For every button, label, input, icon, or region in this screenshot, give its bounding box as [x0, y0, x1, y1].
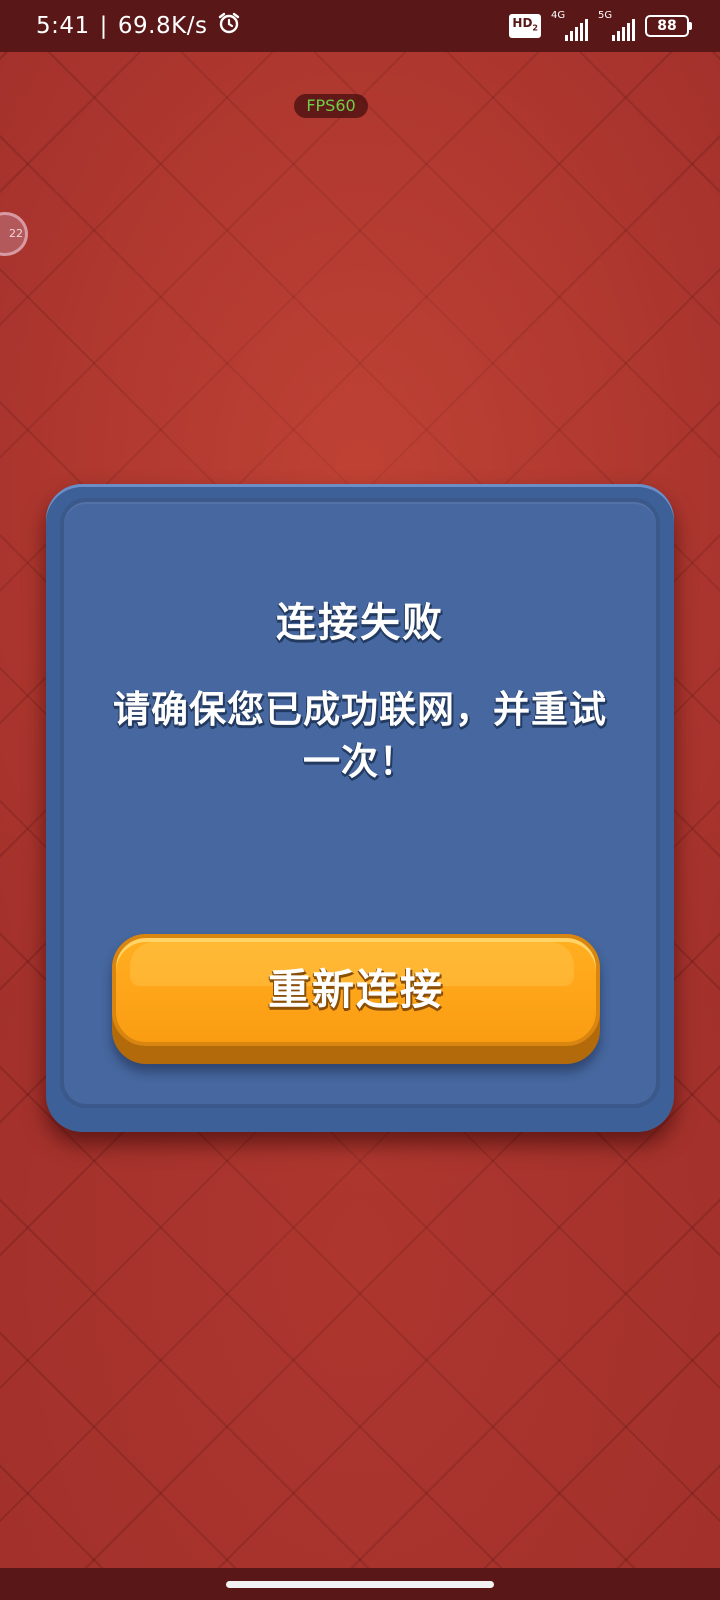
- network-speed: 69.8K/s: [117, 13, 208, 39]
- game-screen: 5:41 | 69.8K/s HD2 4G 5G 88 FPS60 22 连接失…: [0, 0, 720, 1600]
- network-type-2: 5G: [598, 10, 613, 21]
- status-time: 5:41: [36, 13, 90, 39]
- alarm-clock-icon: [217, 11, 241, 41]
- hd-voice-badge: HD2: [509, 14, 541, 38]
- connection-failed-dialog: 连接失败 请确保您已成功联网，并重试一次！ 重新连接: [46, 484, 674, 1132]
- network-type-1: 4G: [551, 10, 566, 21]
- fps-counter: FPS60: [294, 94, 368, 118]
- battery-level: 88: [645, 15, 689, 37]
- dialog-title: 连接失败: [276, 600, 444, 646]
- battery-tip: [689, 22, 692, 30]
- cellular-signal-icon: [612, 19, 635, 41]
- status-bar: 5:41 | 69.8K/s HD2 4G 5G 88: [0, 0, 720, 52]
- navigation-bar: [0, 1568, 720, 1600]
- sim1-signal: 4G: [551, 11, 588, 41]
- reconnect-button-label[interactable]: 重新连接: [112, 934, 600, 1046]
- home-indicator[interactable]: [226, 1581, 494, 1588]
- status-separator: |: [99, 13, 108, 39]
- floating-side-bubble[interactable]: 22: [0, 212, 28, 256]
- status-right: HD2 4G 5G 88: [509, 0, 692, 52]
- status-left: 5:41 | 69.8K/s: [36, 0, 241, 52]
- reconnect-button[interactable]: 重新连接: [112, 934, 600, 1064]
- dialog-message: 请确保您已成功联网，并重试一次！: [113, 688, 607, 783]
- sim2-signal: 5G: [598, 11, 635, 41]
- battery-icon: 88: [645, 15, 692, 37]
- cellular-signal-icon: [565, 19, 588, 41]
